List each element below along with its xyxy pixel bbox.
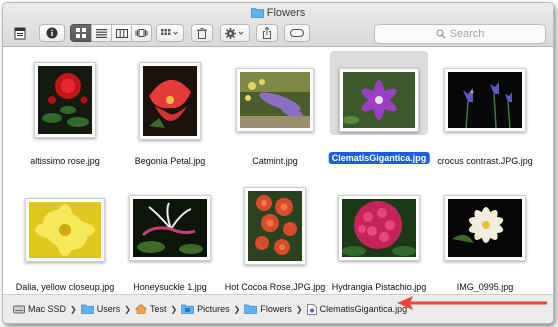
- icon-grid-icon: [76, 28, 86, 38]
- file-thumbnail: [129, 195, 211, 261]
- gear-icon: [225, 27, 244, 39]
- file-icon-grid: altissimo rose.jpg Begonia Petal.jpg Cat…: [3, 48, 553, 296]
- trash-icon: [197, 27, 207, 39]
- file-item[interactable]: Honeysuckle 1.jpg: [115, 173, 225, 298]
- file-item[interactable]: Catmint.jpg: [220, 48, 330, 173]
- arrange-button[interactable]: [156, 24, 184, 42]
- arrange-grid-icon: [161, 28, 178, 35]
- folder-icon: [244, 304, 258, 314]
- file-name: IMG_0995.jpg: [456, 282, 514, 292]
- tag-icon: [290, 29, 304, 37]
- info-button[interactable]: [39, 24, 65, 42]
- chevron-right-icon: ❯: [70, 304, 77, 314]
- info-icon: [46, 27, 58, 39]
- image-file-icon: [306, 303, 317, 315]
- chevron-right-icon: ❯: [295, 304, 303, 314]
- sidebar-toggle-icon[interactable]: [14, 25, 26, 46]
- search-icon: [435, 29, 446, 39]
- cover-flow-icon: [135, 28, 148, 37]
- path-crumb-pictures[interactable]: Pictures: [181, 304, 230, 314]
- path-crumb-file[interactable]: ClematisGigantica.jpg: [306, 303, 408, 315]
- file-item[interactable]: ClematisGigantica.jpg: [324, 48, 434, 173]
- path-crumb-label: Users: [96, 304, 121, 314]
- file-item[interactable]: crocus contrast.JPG.jpg: [430, 48, 540, 173]
- hard-drive-icon: [13, 305, 25, 314]
- action-button[interactable]: [220, 24, 250, 42]
- file-thumbnail: [338, 195, 420, 261]
- file-name: Dalia, yellow closeup.jpg: [15, 282, 115, 292]
- file-name: Honeysuckle 1.jpg: [133, 282, 207, 292]
- file-name: Begonia Petal.jpg: [134, 156, 206, 166]
- cover-flow-button[interactable]: [131, 24, 152, 42]
- file-thumbnail: [444, 195, 526, 261]
- list-icon: [96, 28, 107, 38]
- view-mode-segmented-control: [70, 24, 152, 42]
- file-name: Hot Cocoa Rose.JPG.jpg: [224, 282, 326, 292]
- icon-view-button[interactable]: [70, 24, 92, 42]
- window-title-text: Flowers: [266, 7, 306, 19]
- file-thumbnail: [244, 187, 306, 265]
- chevron-right-icon: ❯: [170, 304, 178, 314]
- folder-icon: [80, 304, 94, 314]
- columns-icon: [115, 28, 128, 38]
- file-item[interactable]: Hydrangia Pistachio.jpg: [324, 173, 434, 298]
- path-crumb-label: Test: [149, 304, 167, 314]
- file-thumbnail: [25, 198, 105, 262]
- tag-button[interactable]: [284, 24, 310, 42]
- path-crumb-label: ClematisGigantica.jpg: [319, 304, 408, 314]
- window-title: Flowers: [3, 6, 553, 20]
- file-item[interactable]: Hot Cocoa Rose.JPG.jpg: [220, 173, 330, 298]
- file-item[interactable]: altissimo rose.jpg: [10, 48, 120, 173]
- path-crumb-test[interactable]: Test: [134, 304, 167, 314]
- file-name: altissimo rose.jpg: [30, 156, 100, 166]
- path-crumb-label: Flowers: [260, 304, 292, 314]
- column-view-button[interactable]: [111, 24, 132, 42]
- path-crumb-flowers[interactable]: Flowers: [244, 304, 292, 314]
- file-name: crocus contrast.JPG.jpg: [437, 156, 533, 166]
- path-crumb-mac-ssd[interactable]: Mac SSD: [13, 304, 66, 314]
- share-button[interactable]: [256, 24, 278, 42]
- file-name: Hydrangia Pistachio.jpg: [331, 282, 427, 292]
- path-crumb-users[interactable]: Users: [80, 304, 121, 314]
- path-crumb-label: Mac SSD: [28, 304, 67, 314]
- file-thumbnail: [139, 62, 201, 140]
- file-item[interactable]: IMG_0995.jpg: [430, 173, 540, 298]
- path-crumb-label: Pictures: [197, 304, 230, 314]
- home-icon: [134, 304, 147, 314]
- toolbar: Flowers Search: [3, 3, 553, 47]
- annotation-arrow-icon: [397, 296, 547, 310]
- file-thumbnail: [444, 68, 526, 132]
- folder-icon: [250, 7, 264, 22]
- file-thumbnail: [34, 62, 96, 138]
- file-thumbnail: [339, 68, 419, 132]
- pictures-folder-icon: [181, 304, 195, 314]
- share-icon: [263, 27, 271, 39]
- chevron-right-icon: ❯: [124, 304, 131, 314]
- file-thumbnail: [236, 68, 314, 132]
- chevron-right-icon: ❯: [233, 304, 241, 314]
- delete-button[interactable]: [191, 24, 213, 42]
- finder-window: Flowers Search altissimo rose.jpg Begoni…: [2, 2, 554, 324]
- search-placeholder: Search: [449, 28, 485, 40]
- file-item[interactable]: Dalia, yellow closeup.jpg: [10, 173, 120, 298]
- file-name-selected[interactable]: ClematisGigantica.jpg: [328, 152, 430, 164]
- file-name: Catmint.jpg: [252, 156, 298, 166]
- search-field[interactable]: Search: [374, 24, 546, 44]
- list-view-button[interactable]: [91, 24, 112, 42]
- file-item[interactable]: Begonia Petal.jpg: [115, 48, 225, 173]
